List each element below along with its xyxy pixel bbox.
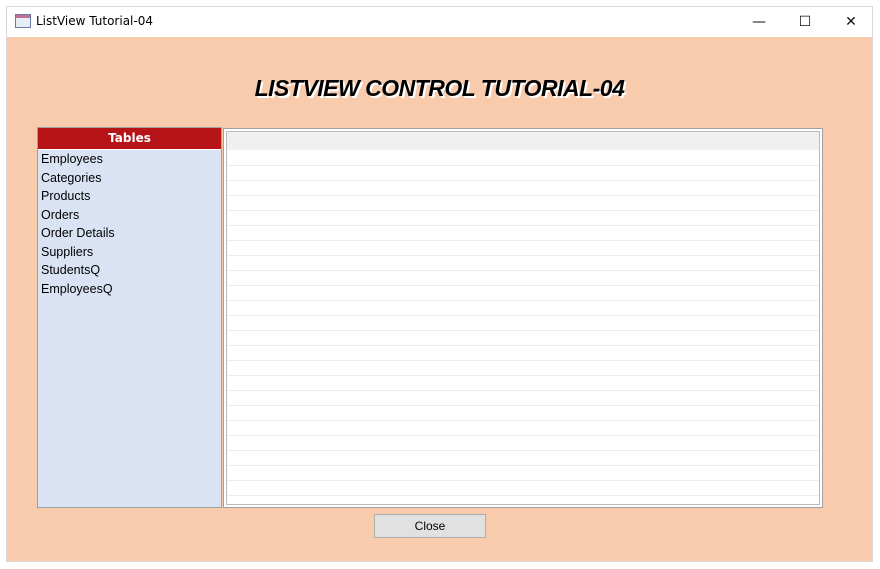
list-item[interactable]: EmployeesQ: [38, 280, 221, 299]
list-item[interactable]: Categories: [38, 169, 221, 188]
list-item[interactable]: Suppliers: [38, 243, 221, 262]
tables-list[interactable]: Tables Employees Categories Products Orders…: [37, 127, 222, 508]
tables-header: Tables: [38, 128, 221, 150]
page-title: LISTVIEW CONTROL TUTORIAL-04: [254, 75, 625, 101]
window: ListView Tutorial-04 — ☐ ✕ LISTVIEW CONT…: [6, 6, 873, 562]
list-item[interactable]: Employees: [38, 150, 221, 169]
list-item[interactable]: Order Details: [38, 224, 221, 243]
close-window-button[interactable]: ✕: [828, 7, 874, 37]
listview-header[interactable]: [227, 132, 819, 150]
close-button[interactable]: Close: [374, 514, 486, 538]
maximize-button[interactable]: ☐: [782, 7, 828, 37]
list-item[interactable]: Orders: [38, 206, 221, 225]
title-bar: ListView Tutorial-04 — ☐ ✕: [7, 7, 872, 37]
list-item[interactable]: StudentsQ: [38, 261, 221, 280]
window-title: ListView Tutorial-04: [36, 14, 153, 28]
minimize-button[interactable]: —: [736, 7, 782, 37]
listview[interactable]: [223, 128, 823, 508]
list-item[interactable]: Products: [38, 187, 221, 206]
app-icon: [15, 14, 31, 28]
